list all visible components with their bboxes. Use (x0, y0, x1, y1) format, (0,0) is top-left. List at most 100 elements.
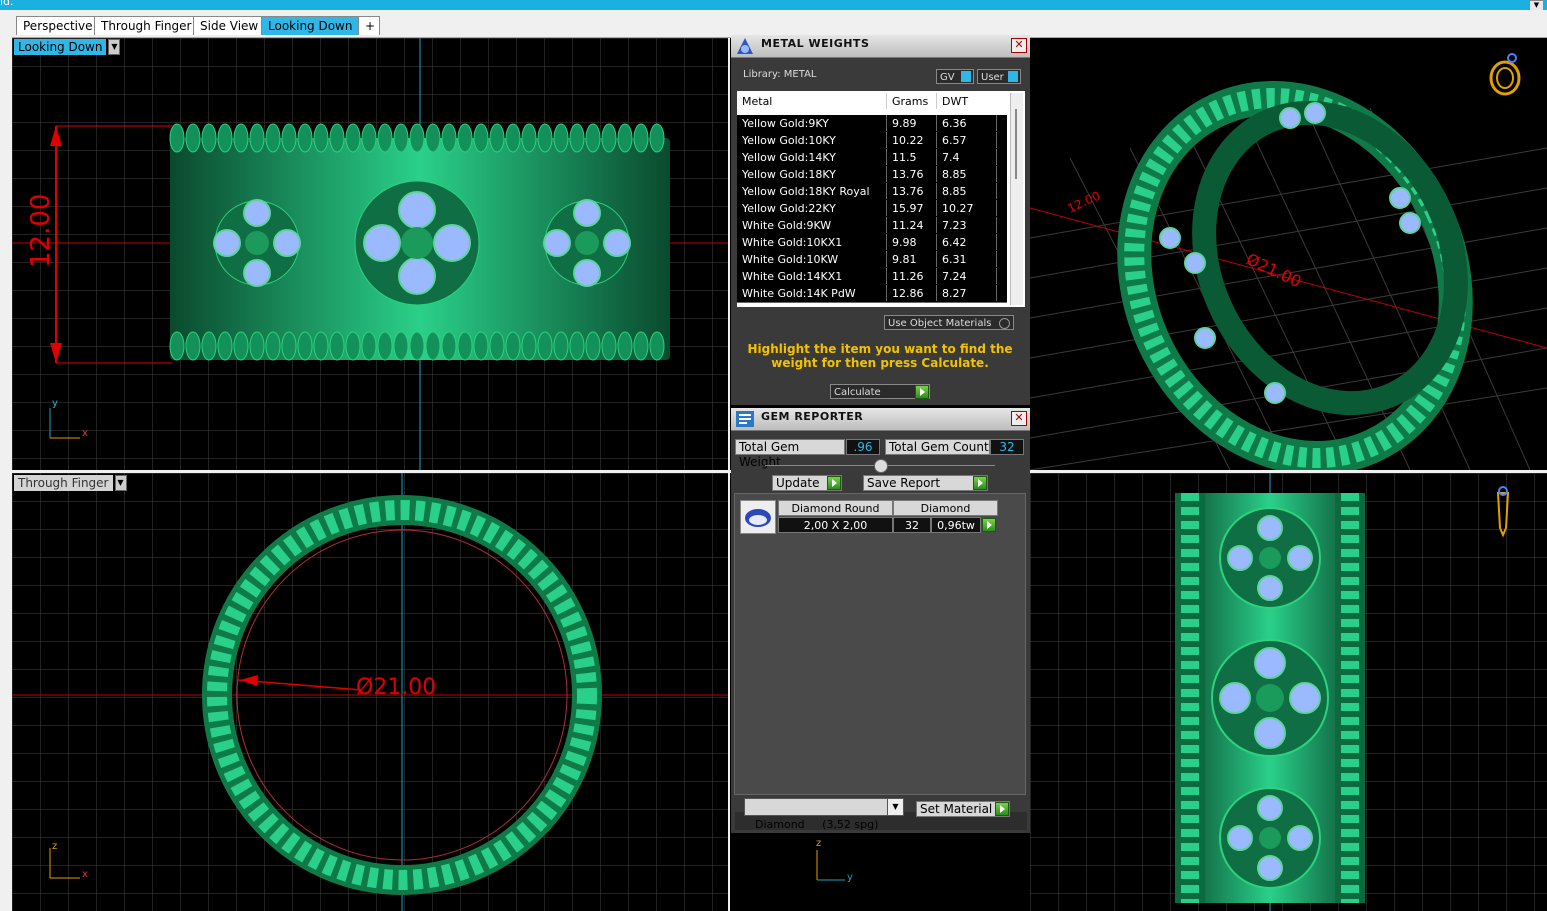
grams-cell: 13.76 (887, 183, 937, 199)
table-row[interactable]: Yellow Gold:14KY 11.5 7.4 (737, 149, 1007, 167)
axis-z-label: z (52, 841, 58, 852)
total-gem-count-label: Total Gem Count (885, 439, 990, 455)
table-row[interactable]: Yellow Gold:22KY 15.97 10.27 (737, 200, 1007, 218)
use-object-materials-toggle[interactable]: Use Object Materials (884, 315, 1014, 330)
play-icon[interactable] (982, 518, 996, 532)
dwt-cell: 6.36 (937, 115, 997, 131)
diamond-thumbnail (740, 500, 776, 534)
gem-size: 2,00 X 2,00 (778, 517, 893, 533)
axis-z-label-right: z (816, 838, 822, 849)
grams-cell: 9.98 (887, 234, 937, 250)
viewport-label-looking-down[interactable]: Looking Down ▼ (14, 39, 121, 55)
grams-cell: 11.24 (887, 217, 937, 233)
column-header-metal[interactable]: Metal (737, 93, 887, 109)
table-row[interactable]: White Gold:14K PdW 12.86 8.27 (737, 285, 1007, 303)
table-row[interactable]: White Gold:14KX1 11.26 7.24 (737, 268, 1007, 286)
material-select[interactable]: Diamond (3,52 spg) ▼ (744, 798, 904, 831)
calculate-button[interactable]: Calculate (830, 384, 930, 399)
play-icon (995, 802, 1009, 816)
tab-perspective[interactable]: Perspective (16, 16, 100, 35)
gem-list-area[interactable] (734, 493, 1026, 795)
table-row[interactable]: Yellow Gold:18KY Royal 13.76 8.85 (737, 183, 1007, 201)
tab-through-finger[interactable]: Through Finger (94, 16, 199, 35)
metal-name-cell: White Gold:10KW (737, 251, 887, 267)
metal-name-cell: White Gold:14KX1 (737, 268, 887, 284)
gem-list-item[interactable]: Diamond Round Diamond 2,00 X 2,00 32 0,9… (740, 500, 1000, 534)
ring-view-icon[interactable] (1485, 48, 1525, 98)
axis-y-label: y (52, 398, 58, 409)
axis-y-label-right: y (847, 872, 853, 883)
close-icon[interactable]: ✕ (1011, 411, 1027, 426)
instruction-text: Highlight the item you want to find the … (747, 342, 1013, 370)
chevron-down-icon[interactable]: ▼ (108, 39, 121, 55)
gem-count: 32 (893, 517, 931, 533)
dwt-cell: 8.85 (937, 166, 997, 182)
grams-cell: 9.81 (887, 251, 937, 267)
gem-reporter-icon (736, 411, 754, 427)
dwt-cell: 7.4 (937, 149, 997, 165)
side-view-icon[interactable] (1492, 483, 1514, 538)
gem-reporter-title-bar[interactable]: GEM REPORTER ✕ (731, 408, 1030, 431)
dwt-cell: 6.42 (937, 234, 997, 250)
viewport-label-through-finger[interactable]: Through Finger ▼ (14, 475, 127, 491)
save-report-button[interactable]: Save Report (863, 475, 988, 491)
perspective-height-label: 12.00 (1065, 189, 1102, 216)
metal-name-cell: White Gold:10KX1 (737, 234, 887, 250)
grams-cell: 10.22 (887, 132, 937, 148)
metal-weights-title: METAL WEIGHTS (761, 37, 870, 50)
calculate-label: Calculate (834, 387, 881, 398)
viewport-divider-vertical[interactable] (728, 38, 730, 911)
viewport-perspective[interactable]: Ø21.00 12.00 (1030, 38, 1547, 470)
dwt-cell: 7.23 (937, 217, 997, 233)
grams-cell: 11.5 (887, 149, 937, 165)
table-row[interactable]: Yellow Gold:9KY 9.89 6.36 (737, 115, 1007, 133)
play-icon (973, 476, 987, 490)
window-title: id. (0, 0, 14, 8)
table-row[interactable]: White Gold:9KW 11.24 7.23 (737, 217, 1007, 235)
metal-name-cell: Yellow Gold:10KY (737, 132, 887, 148)
viewport-side-view[interactable] (1030, 473, 1547, 911)
metal-name-cell: Yellow Gold:18KY Royal (737, 183, 887, 199)
table-row[interactable]: Yellow Gold:18KY 13.76 8.85 (737, 166, 1007, 184)
table-row[interactable]: White Gold:10KW 9.81 6.31 (737, 251, 1007, 269)
perspective-diameter-label: Ø21.00 (1243, 249, 1304, 291)
dwt-cell: 6.31 (937, 251, 997, 267)
dwt-cell: 10.27 (937, 200, 997, 216)
metal-weights-title-bar[interactable]: METAL WEIGHTS ✕ (731, 35, 1030, 58)
close-icon[interactable]: ✕ (1011, 38, 1027, 53)
axis-x-label: x (82, 428, 88, 439)
viewport-through-finger[interactable]: Ø21.00 z x (12, 473, 728, 911)
chevron-down-icon[interactable]: ▼ (114, 475, 127, 491)
user-toggle[interactable]: User (977, 69, 1021, 84)
grams-cell: 9.89 (887, 115, 937, 131)
splitter-handle[interactable] (874, 459, 888, 473)
metal-name-cell: White Gold:9KW (737, 217, 887, 233)
axis-indicator (816, 850, 845, 881)
set-material-button[interactable]: Set Material (916, 801, 1010, 817)
use-object-materials-label: Use Object Materials (888, 318, 992, 329)
tab-side-view[interactable]: Side View (193, 16, 266, 35)
column-header-dwt[interactable]: DWT (937, 93, 997, 109)
table-row[interactable]: White Gold:10KX1 9.98 6.42 (737, 234, 1007, 252)
left-edge (0, 10, 12, 911)
add-tab-button[interactable]: + (358, 16, 380, 35)
viewport-looking-down[interactable]: 12.00 y x (12, 38, 728, 470)
table-row[interactable]: Yellow Gold:10KY 10.22 6.57 (737, 132, 1007, 150)
gv-toggle[interactable]: GV (936, 69, 974, 84)
material-select-value: Diamond (3,52 spg) (755, 818, 879, 831)
library-label: Library: METAL (743, 69, 817, 80)
column-header-grams[interactable]: Grams (887, 93, 937, 109)
tab-looking-down[interactable]: Looking Down (261, 16, 360, 35)
chevron-down-icon[interactable]: ▼ (887, 799, 903, 815)
dwt-cell: 8.27 (937, 285, 997, 301)
metal-weights-table[interactable]: Metal Grams DWT Yellow Gold:9KY 9.89 6.36 Y… (737, 91, 1025, 307)
dwt-cell: 6.57 (937, 132, 997, 148)
metal-name-cell: Yellow Gold:22KY (737, 200, 887, 216)
update-button[interactable]: Update (772, 475, 842, 491)
dimension-height-label: 12.00 (26, 193, 56, 268)
viewport-label-text: Through Finger (18, 476, 109, 490)
gem-weight: 0,96tw (931, 517, 981, 533)
viewport-label-text: Looking Down (18, 40, 103, 54)
grams-cell: 15.97 (887, 200, 937, 216)
table-scrollbar[interactable] (1010, 93, 1023, 305)
